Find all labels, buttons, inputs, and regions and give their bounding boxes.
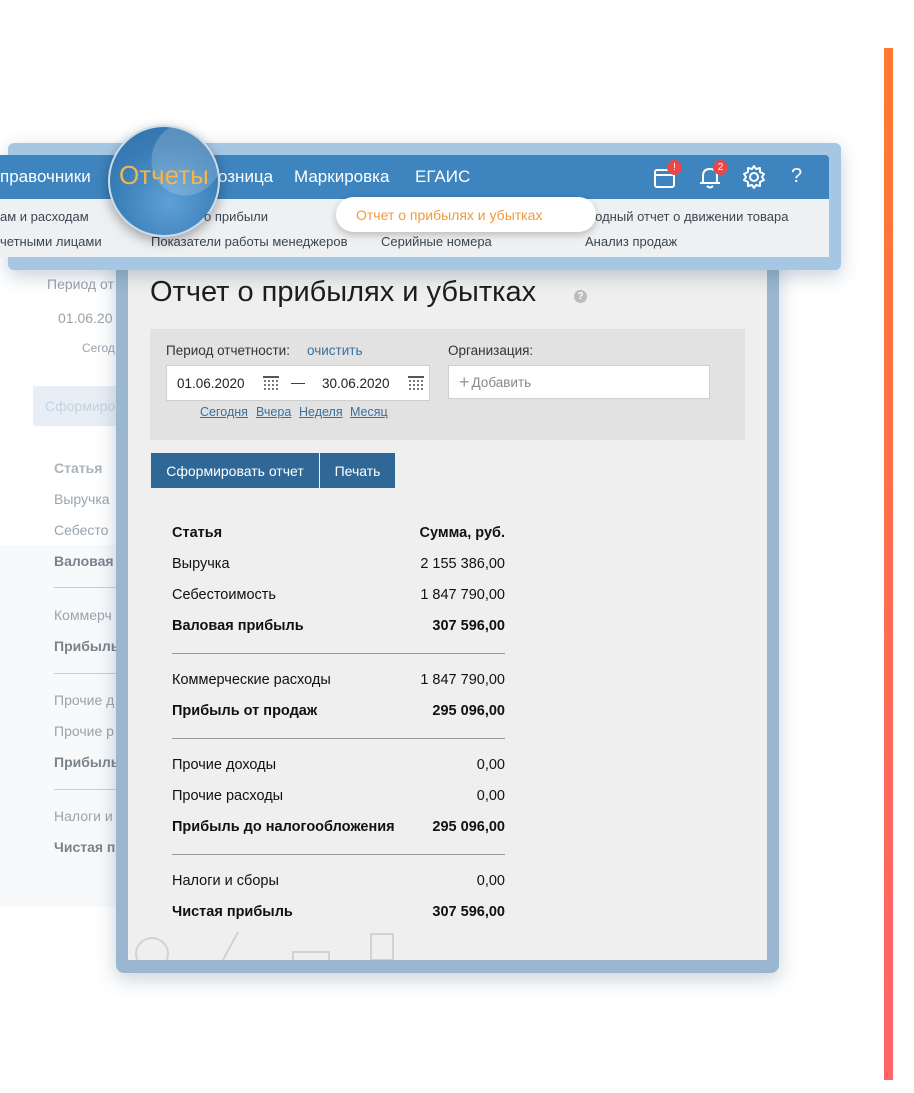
date-to-input[interactable]: 30.06.2020 xyxy=(322,376,390,391)
submenu-item[interactable]: четными лицами xyxy=(0,234,102,249)
quick-link-month[interactable]: Месяц xyxy=(350,405,388,419)
table-row: Коммерческие расходы 1 847 790,00 xyxy=(172,672,505,692)
submenu-item[interactable]: ам и расходам xyxy=(0,209,89,224)
report-window: Отчет о прибылях и убытках ? Период отче… xyxy=(116,240,779,973)
quick-link-yesterday[interactable]: Вчера xyxy=(256,405,291,419)
date-range-field[interactable]: 01.06.2020 — 30.06.2020 xyxy=(166,365,430,401)
report-content: Отчет о прибылях и убытках ? Период отче… xyxy=(128,240,767,960)
calendar-badge: ! xyxy=(667,160,682,175)
organization-placeholder: Добавить xyxy=(471,375,532,390)
print-button[interactable]: Печать xyxy=(320,453,395,488)
generate-report-button[interactable]: Сформировать отчет xyxy=(151,453,319,488)
table-row: Прочие расходы 0,00 xyxy=(172,788,505,808)
table-row: Налоги и сборы 0,00 xyxy=(172,873,505,893)
nav-item-egais[interactable]: ЕГАИС xyxy=(415,167,470,187)
bg-row: Себесто xyxy=(54,522,109,538)
row-divider xyxy=(172,854,505,855)
row-label: Выручка xyxy=(172,556,230,572)
header-label: Статья xyxy=(172,525,223,541)
quick-link-week[interactable]: Неделя xyxy=(299,405,343,419)
notification-badge: 2 xyxy=(713,160,728,175)
row-label: Прочие доходы xyxy=(172,757,277,773)
header-value: Сумма, руб. xyxy=(419,525,505,541)
submenu-item[interactable]: Показатели работы менеджеров xyxy=(151,234,348,249)
bg-row: Выручка xyxy=(54,491,110,507)
row-label: Прибыль от продаж xyxy=(172,703,318,719)
table-row: Прочие доходы 0,00 xyxy=(172,757,505,777)
row-value: 0,00 xyxy=(476,873,505,889)
table-row: Себестоимость 1 847 790,00 xyxy=(172,587,505,607)
row-divider xyxy=(172,738,505,739)
help-icon[interactable]: ? xyxy=(574,290,587,303)
bg-generate-button: Сформиро xyxy=(33,386,123,426)
row-label: Себестоимость xyxy=(172,587,276,603)
table-row: Прибыль до налогообложения 295 096,00 xyxy=(172,819,505,839)
row-value: 2 155 386,00 xyxy=(420,556,505,572)
bg-row: Прибыль xyxy=(54,754,120,770)
submenu-item[interactable]: о прибыли xyxy=(204,209,268,224)
row-value: 295 096,00 xyxy=(432,819,505,835)
table-row: Чистая прибыль 307 596,00 xyxy=(172,904,505,924)
table-row: Прибыль от продаж 295 096,00 xyxy=(172,703,505,723)
help-icon[interactable]: ? xyxy=(791,165,802,188)
period-label: Период отчетности: xyxy=(166,343,290,358)
gear-icon[interactable] xyxy=(741,164,767,190)
row-label: Коммерческие расходы xyxy=(172,672,331,688)
date-from-input[interactable]: 01.06.2020 xyxy=(177,376,245,391)
row-label: Прочие расходы xyxy=(172,788,284,804)
bg-period-label: Период от xyxy=(47,276,114,292)
date-separator: — xyxy=(291,374,305,390)
submenu-item-profit-loss[interactable]: Отчет о прибылях и убытках xyxy=(356,207,542,223)
submenu-item[interactable]: Сводный отчет о движении товара xyxy=(579,209,788,224)
row-label: Налоги и сборы xyxy=(172,873,279,889)
organization-label: Организация: xyxy=(448,343,534,358)
filter-panel: Период отчетности: очистить 01.06.2020 —… xyxy=(150,329,745,440)
clear-link[interactable]: очистить xyxy=(307,343,362,358)
submenu-item[interactable]: Анализ продаж xyxy=(585,234,677,249)
bg-date: 01.06.20 xyxy=(58,310,113,326)
decorative-icons xyxy=(135,931,394,960)
row-value: 307 596,00 xyxy=(432,904,505,920)
plus-icon: + xyxy=(459,372,470,392)
bg-row: Прочие р xyxy=(54,723,114,739)
bg-row: Чистая п xyxy=(54,839,116,855)
row-label: Прибыль до налогообложения xyxy=(172,819,395,835)
table-row: Выручка 2 155 386,00 xyxy=(172,556,505,576)
table-row: Валовая прибыль 307 596,00 xyxy=(172,618,505,638)
calendar-icon[interactable] xyxy=(408,376,424,391)
row-value: 1 847 790,00 xyxy=(420,672,505,688)
row-label: Чистая прибыль xyxy=(172,904,293,920)
calendar-icon[interactable] xyxy=(263,376,279,391)
submenu-item[interactable]: Серийные номера xyxy=(381,234,492,249)
table-header: Статья Сумма, руб. xyxy=(172,525,505,545)
bg-row: Коммерч xyxy=(54,607,112,623)
nav-item-marking[interactable]: Маркировка xyxy=(294,167,389,187)
row-value: 307 596,00 xyxy=(432,618,505,634)
bg-today-link: Сегод xyxy=(82,341,115,355)
nav-item-directories[interactable]: правочники xyxy=(0,167,91,187)
organization-field[interactable]: + Добавить xyxy=(448,365,710,399)
row-value: 0,00 xyxy=(476,788,505,804)
bg-row: Налоги и xyxy=(54,808,113,824)
accent-bar xyxy=(884,48,893,1080)
page-title: Отчет о прибылях и убытках xyxy=(150,276,537,308)
bg-row: Прочие д xyxy=(54,692,115,708)
bg-row: Валовая xyxy=(54,553,114,569)
row-divider xyxy=(172,653,505,654)
bg-row: Прибыль xyxy=(54,638,120,654)
row-value: 0,00 xyxy=(476,757,505,773)
row-value: 295 096,00 xyxy=(432,703,505,719)
nav-item-retail[interactable]: озница xyxy=(218,167,273,187)
row-label: Валовая прибыль xyxy=(172,618,304,634)
nav-item-reports[interactable]: Отчеты xyxy=(119,160,209,191)
bg-header: Статья xyxy=(54,460,103,476)
row-value: 1 847 790,00 xyxy=(420,587,505,603)
quick-link-today[interactable]: Сегодня xyxy=(200,405,248,419)
